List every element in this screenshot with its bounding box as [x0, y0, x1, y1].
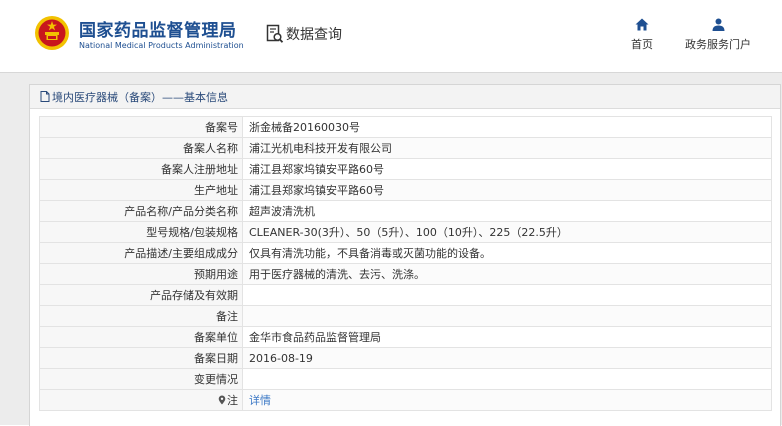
document-search-icon	[266, 24, 284, 43]
field-label: 型号规格/包装规格	[39, 221, 243, 243]
field-label: 备案单位	[39, 326, 243, 348]
field-label: 备案人注册地址	[39, 158, 243, 180]
panel-title: 境内医疗器械（备案）——基本信息	[30, 85, 780, 109]
note-label-cell: 注	[39, 389, 243, 411]
field-value	[242, 368, 772, 390]
document-icon	[40, 91, 50, 102]
field-value: 浦江县郑家坞镇安平路60号	[242, 158, 772, 180]
site-header: 国家药品监督管理局 National Medical Products Admi…	[0, 0, 782, 73]
home-icon	[635, 18, 649, 31]
field-label: 备案人名称	[39, 137, 243, 159]
note-label: 注	[227, 394, 238, 407]
details-link[interactable]: 详情	[249, 394, 271, 407]
table-row: 备案号 浙金械备20160030号	[39, 116, 772, 138]
field-label: 变更情况	[39, 368, 243, 390]
table-row: 备案单位 金华市食品药品监督管理局	[39, 326, 772, 348]
field-value: 浦江光机电科技开发有限公司	[242, 137, 772, 159]
table-row: 备案人注册地址 浦江县郑家坞镇安平路60号	[39, 158, 772, 180]
table-row: 变更情况	[39, 368, 772, 390]
table-row: 备案人名称 浦江光机电科技开发有限公司	[39, 137, 772, 159]
field-value: 2016-08-19	[242, 347, 772, 369]
nav-home-label: 首页	[631, 38, 653, 51]
detail-panel: 境内医疗器械（备案）——基本信息 备案号 浙金械备20160030号 备案人名称 浦江…	[29, 84, 781, 426]
table-row: 备案日期 2016-08-19	[39, 347, 772, 369]
field-value: 金华市食品药品监督管理局	[242, 326, 772, 348]
table-row: 备注	[39, 305, 772, 327]
info-table: 备案号 浙金械备20160030号 备案人名称 浦江光机电科技开发有限公司 备案人注册地…	[39, 116, 772, 411]
table-row: 预期用途 用于医疗器械的清洗、去污、洗涤。	[39, 263, 772, 285]
data-query-label: 数据查询	[286, 27, 342, 43]
field-value: 浦江县郑家坞镇安平路60号	[242, 179, 772, 201]
field-label: 产品描述/主要组成成分	[39, 242, 243, 264]
field-value: 超声波清洗机	[242, 200, 772, 222]
data-query-link[interactable]: 数据查询	[266, 24, 342, 44]
field-value	[242, 284, 772, 306]
user-icon	[712, 18, 724, 31]
national-emblem-icon	[35, 16, 69, 50]
nav-gov-services-label: 政务服务门户	[685, 38, 751, 51]
field-value: 浙金械备20160030号	[242, 116, 772, 138]
brand-subtitle: National Medical Products Administration	[79, 41, 244, 50]
field-value	[242, 305, 772, 327]
table-row: 生产地址 浦江县郑家坞镇安平路60号	[39, 179, 772, 201]
field-value: 仅具有清洗功能，不具备消毒或灭菌功能的设备。	[242, 242, 772, 264]
nav-gov-services[interactable]: 政务服务门户	[680, 18, 756, 52]
field-value: CLEANER-30(3升）、50（5升）、100（10升）、225（22.5升…	[242, 221, 772, 243]
table-row: 产品存储及有效期	[39, 284, 772, 306]
nav-home[interactable]: 首页	[628, 18, 656, 52]
brand-title[interactable]: 国家药品监督管理局	[79, 16, 237, 41]
field-value: 用于医疗器械的清洗、去污、洗涤。	[242, 263, 772, 285]
note-value-cell: 详情	[242, 389, 772, 411]
pin-icon	[218, 395, 226, 405]
table-row: 型号规格/包装规格 CLEANER-30(3升）、50（5升）、100（10升）、…	[39, 221, 772, 243]
field-label: 预期用途	[39, 263, 243, 285]
panel-title-text: 境内医疗器械（备案）——基本信息	[52, 90, 228, 104]
field-label: 备案日期	[39, 347, 243, 369]
field-label: 生产地址	[39, 179, 243, 201]
field-label: 产品名称/产品分类名称	[39, 200, 243, 222]
note-row: 注详情	[39, 389, 772, 411]
field-label: 产品存储及有效期	[39, 284, 243, 306]
field-label: 备案号	[39, 116, 243, 138]
field-label: 备注	[39, 305, 243, 327]
table-row: 产品描述/主要组成成分 仅具有清洗功能，不具备消毒或灭菌功能的设备。	[39, 242, 772, 264]
table-row: 产品名称/产品分类名称 超声波清洗机	[39, 200, 772, 222]
